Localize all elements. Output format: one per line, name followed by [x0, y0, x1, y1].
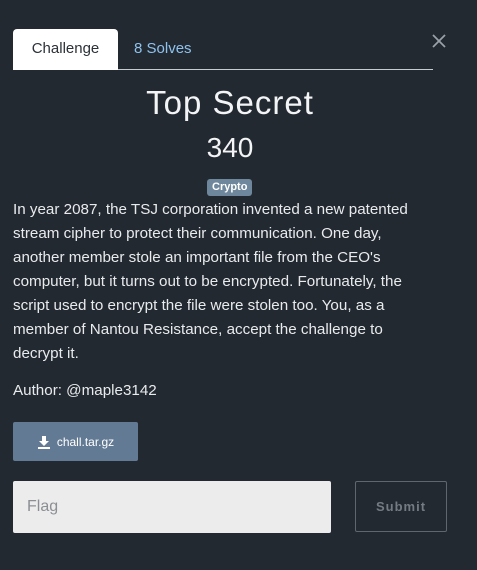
description-line: computer, but it turns out to be encrypt…	[13, 273, 402, 290]
description-line: script used to encrypt the file were sto…	[13, 297, 385, 314]
submit-button[interactable]: Submit	[355, 481, 447, 532]
description-line: decrypt it.	[13, 345, 79, 362]
file-name: chall.tar.gz	[56, 434, 115, 449]
category-badge: Crypto	[207, 179, 253, 196]
description-line: stream cipher to protect their communica…	[13, 225, 382, 242]
flag-input[interactable]	[13, 481, 331, 533]
challenge-author: Author: @maple3142	[13, 382, 157, 399]
description-line: member of Nantou Resistance, accept the …	[13, 321, 383, 338]
download-file-button[interactable]: chall.tar.gz	[13, 422, 138, 461]
challenge-description: In year 2087, the TSJ corporation invent…	[13, 198, 428, 366]
description-line: In year 2087, the TSJ corporation invent…	[13, 201, 408, 218]
tab-challenge[interactable]: Challenge	[13, 29, 118, 70]
tab-bar: Challenge 8 Solves	[13, 29, 433, 70]
challenge-points: 340	[206, 132, 254, 163]
challenge-title: Top Secret	[146, 84, 314, 121]
tab-solves[interactable]: 8 Solves	[134, 29, 192, 70]
challenge-modal: Challenge 8 Solves Top Secret 340 Crypto…	[0, 0, 477, 570]
description-line: another member stole an important file f…	[13, 249, 381, 266]
download-icon	[37, 435, 51, 449]
close-icon[interactable]	[431, 33, 447, 49]
